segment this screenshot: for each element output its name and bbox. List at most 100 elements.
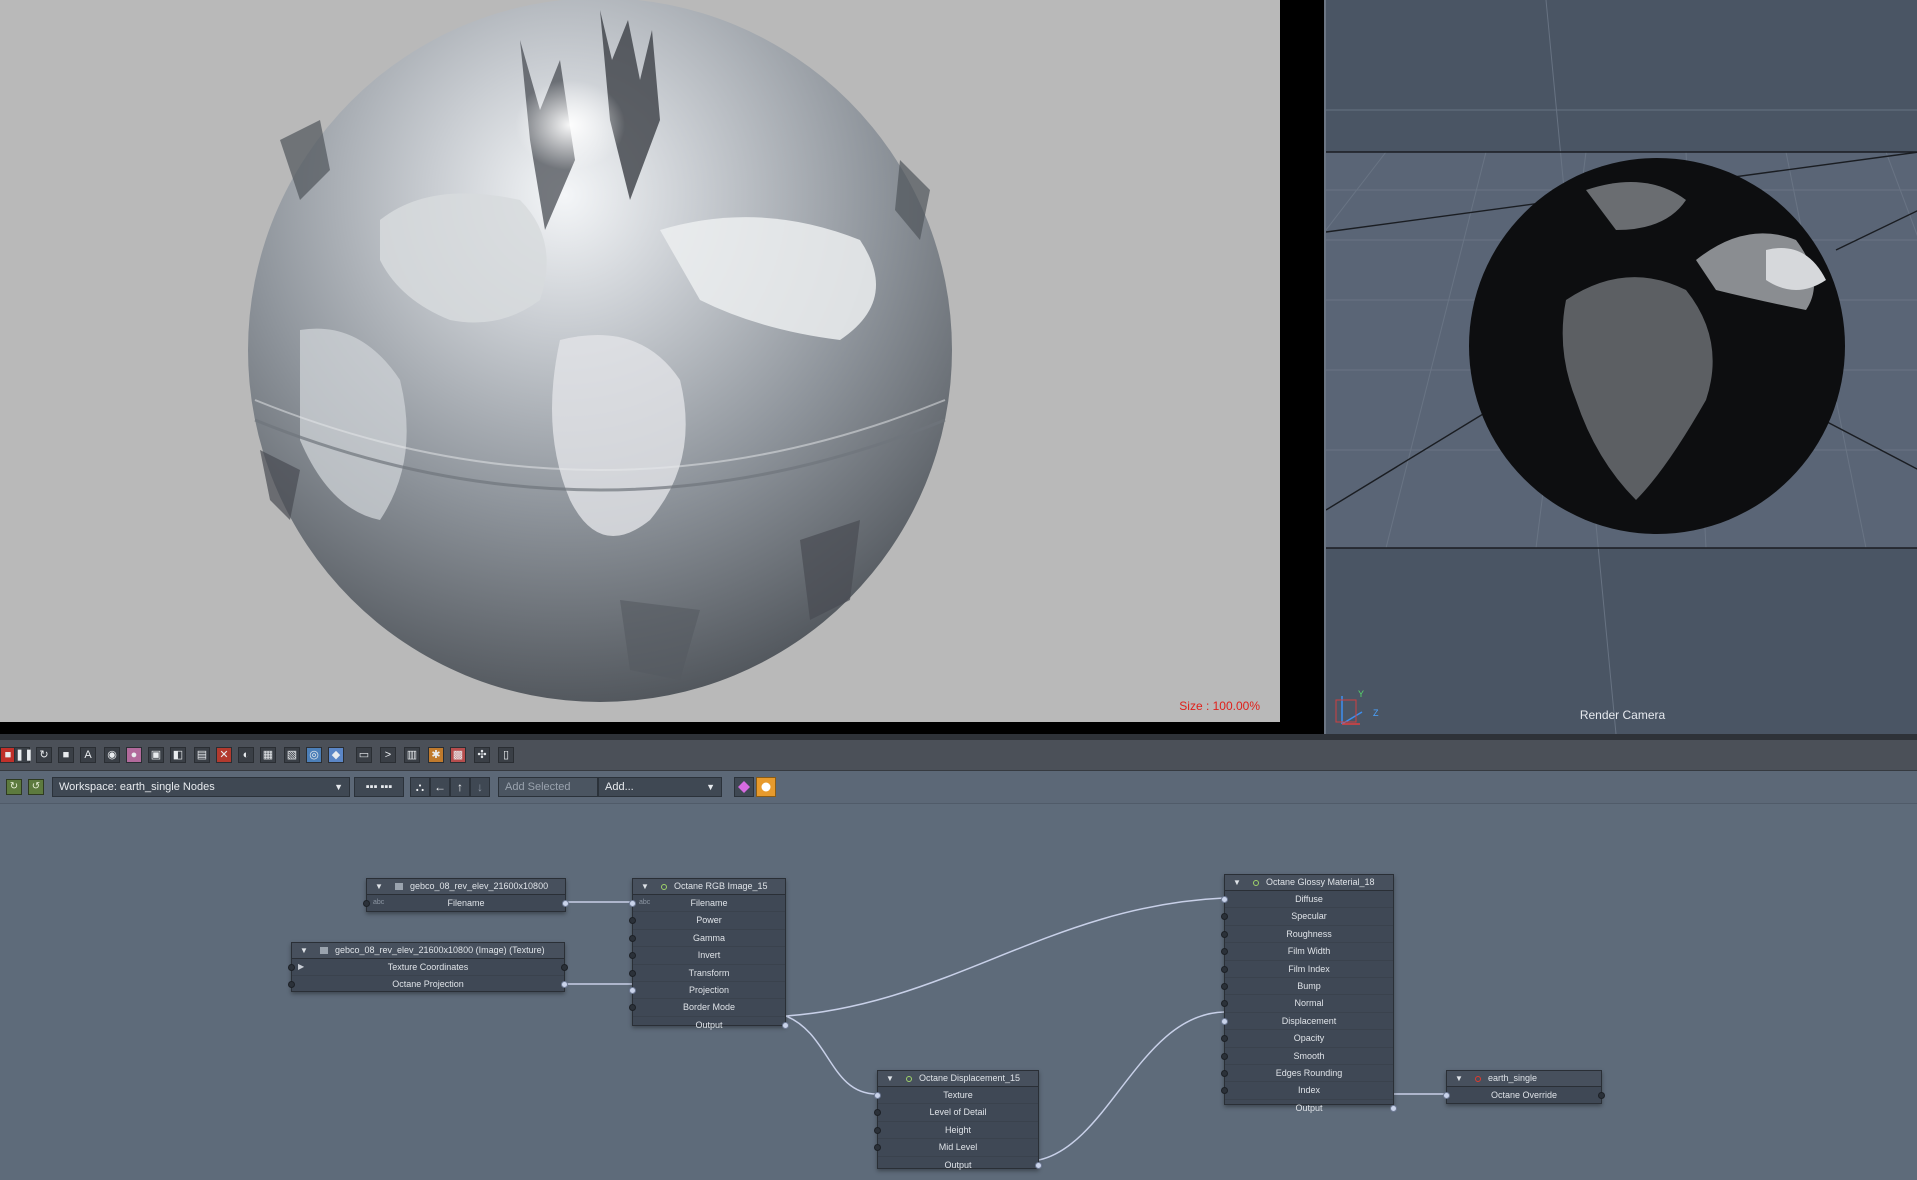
input-port[interactable] [629, 934, 636, 942]
port-texture[interactable]: Texture [874, 1087, 1038, 1105]
node-header[interactable]: ▼ Octane Glossy Material_18 [1225, 875, 1393, 891]
network-icon[interactable]: ✣ [474, 747, 490, 763]
port-film-index[interactable]: Film Index [1221, 961, 1393, 978]
env-icon[interactable]: ◆ [328, 747, 344, 763]
port-texture-coordinates[interactable]: ▶ Texture Coordinates [288, 959, 568, 977]
port-border-mode[interactable]: Border Mode [629, 999, 785, 1017]
node-header[interactable]: ▼ Octane Displacement_15 [878, 1071, 1038, 1087]
port-smooth[interactable]: Smooth [1221, 1048, 1393, 1065]
port-height[interactable]: Height [874, 1122, 1038, 1140]
sync-alt-icon[interactable]: ↺ [28, 779, 44, 795]
sync-icon[interactable]: ↻ [6, 779, 22, 795]
input-port[interactable] [629, 952, 636, 960]
render-icon[interactable]: ◉ [104, 747, 120, 763]
port-output[interactable]: Output [633, 1017, 789, 1033]
input-port[interactable] [1221, 1069, 1228, 1077]
input-port[interactable] [363, 900, 370, 907]
workspace-dropdown[interactable]: Workspace: earth_single Nodes ▼ [52, 777, 350, 797]
input-port[interactable] [629, 917, 636, 925]
input-port[interactable] [874, 1109, 881, 1117]
port-displacement[interactable]: Displacement [1221, 1013, 1393, 1031]
output-port[interactable] [782, 1021, 789, 1029]
add-node-dropdown[interactable]: Add... ▼ [598, 777, 722, 797]
node-header[interactable]: ▼ gebco_08_rev_elev_21600x10800 (Image) … [292, 943, 564, 959]
info-icon[interactable]: ▯ [498, 747, 514, 763]
port-level-of-detail[interactable]: Level of Detail [874, 1104, 1038, 1122]
settings-icon[interactable]: ✱ [428, 747, 444, 763]
reset-icon[interactable]: ✕ [216, 747, 232, 763]
node-gebco-image[interactable]: ▼ gebco_08_rev_elev_21600x10800 abc File… [363, 878, 569, 912]
collapse-triangle-icon[interactable]: ▼ [886, 1074, 894, 1083]
input-port[interactable] [629, 986, 636, 994]
node-tree-icon[interactable]: ⛬ [410, 777, 430, 797]
port-index[interactable]: Index [1221, 1082, 1393, 1100]
port-specular[interactable]: Specular [1221, 908, 1393, 926]
chart-icon[interactable]: ▥ [404, 747, 420, 763]
port-octane-projection[interactable]: Octane Projection [288, 976, 568, 992]
collapse-triangle-icon[interactable]: ▼ [375, 882, 383, 891]
input-port[interactable] [1221, 913, 1228, 921]
output-port[interactable] [561, 964, 568, 971]
refresh-icon[interactable]: ↻ [36, 747, 52, 763]
port-normal[interactable]: Normal [1221, 995, 1393, 1013]
camera-icon[interactable]: ▤ [194, 747, 210, 763]
node-octane-glossy-material[interactable]: ▼ Octane Glossy Material_18 Diffuse Spec… [1221, 874, 1397, 1113]
port-filename[interactable]: abc Filename [363, 895, 569, 911]
port-edges-rounding[interactable]: Edges Rounding [1221, 1065, 1393, 1083]
node-header[interactable]: ▼ Octane RGB Image_15 [633, 879, 785, 895]
collapse-triangle-icon[interactable]: ▼ [641, 882, 649, 891]
picture-icon[interactable]: ▧ [284, 747, 300, 763]
input-port[interactable] [874, 1126, 881, 1134]
material-icon[interactable]: ◐ [238, 747, 254, 763]
output-port[interactable] [562, 900, 569, 907]
input-port[interactable] [1221, 930, 1228, 938]
input-port[interactable] [629, 900, 636, 907]
input-port[interactable] [1221, 1035, 1228, 1043]
input-port[interactable] [1221, 1017, 1228, 1025]
node-gebco-texture[interactable]: ▼ gebco_08_rev_elev_21600x10800 (Image) … [288, 942, 568, 992]
scene-icon[interactable]: ▭ [356, 747, 372, 763]
port-roughness[interactable]: Roughness [1221, 926, 1393, 944]
output-port[interactable] [1035, 1161, 1042, 1169]
input-port[interactable] [1221, 965, 1228, 973]
port-projection[interactable]: Projection [629, 982, 785, 1000]
port-invert[interactable]: Invert [629, 947, 785, 965]
input-port[interactable] [1221, 1000, 1228, 1008]
port-bump[interactable]: Bump [1221, 978, 1393, 996]
afi-icon[interactable]: A [80, 747, 96, 763]
collapse-triangle-icon[interactable]: ▼ [300, 946, 308, 955]
input-port[interactable] [1221, 948, 1228, 956]
input-port[interactable] [1221, 1052, 1228, 1060]
camera-label[interactable]: Render Camera [1326, 708, 1917, 722]
keyframe-circle-button[interactable] [756, 777, 776, 797]
expand-triangle-icon[interactable]: ▶ [298, 959, 304, 975]
node-header[interactable]: ▼ gebco_08_rev_elev_21600x10800 [367, 879, 565, 895]
stop-square-icon[interactable]: ■ [58, 747, 74, 763]
image-icon[interactable]: ▦ [260, 747, 276, 763]
render-viewport[interactable]: Size : 100.00% [0, 0, 1280, 722]
collapse-triangle-icon[interactable]: ▼ [1233, 878, 1241, 887]
add-selected-field[interactable]: Add Selected [498, 777, 598, 797]
arrow-up-icon[interactable]: ↑ [450, 777, 470, 797]
node-graph-canvas[interactable]: ▼ gebco_08_rev_elev_21600x10800 abc File… [0, 804, 1917, 1180]
viewport-divider[interactable] [1280, 0, 1324, 734]
region-icon[interactable]: ◧ [170, 747, 186, 763]
shot-icon[interactable]: ◎ [306, 747, 322, 763]
node-octane-displacement[interactable]: ▼ Octane Displacement_15 Texture Level o… [874, 1070, 1042, 1170]
node-earth-single[interactable]: ▼ earth_single Octane Override [1443, 1070, 1605, 1104]
input-port[interactable] [629, 1004, 636, 1012]
port-gamma[interactable]: Gamma [629, 930, 785, 948]
port-transform[interactable]: Transform [629, 965, 785, 982]
node-header[interactable]: ▼ earth_single [1447, 1071, 1601, 1087]
input-port[interactable] [1221, 982, 1228, 990]
input-port[interactable] [288, 964, 295, 971]
port-power[interactable]: Power [629, 912, 785, 930]
texture-icon[interactable]: ▩ [450, 747, 466, 763]
output-port[interactable] [1390, 1104, 1397, 1112]
region-icon[interactable]: ▣ [148, 747, 164, 763]
node-octane-rgb-image[interactable]: ▼ Octane RGB Image_15 abc Filename Power … [629, 878, 789, 1030]
port-opacity[interactable]: Opacity [1221, 1030, 1393, 1048]
output-port[interactable] [1598, 1092, 1605, 1099]
input-port[interactable] [874, 1092, 881, 1099]
collapse-triangle-icon[interactable]: ▼ [1455, 1074, 1463, 1083]
